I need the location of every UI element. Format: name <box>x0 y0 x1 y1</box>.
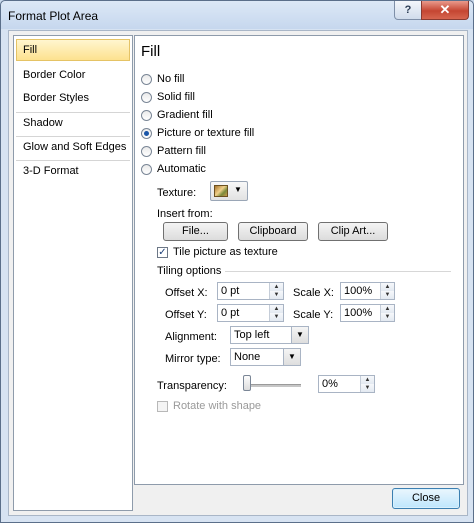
radio-button[interactable] <box>141 145 152 157</box>
scale-y-spinner[interactable]: 100% ▲ ▼ <box>340 304 395 322</box>
spin-up-icon[interactable]: ▲ <box>361 376 374 384</box>
checkmark-icon: ✓ <box>158 246 167 258</box>
radio-label: Automatic <box>157 163 206 175</box>
radio-button[interactable] <box>141 73 152 85</box>
title-close-button[interactable]: ✕ <box>421 1 469 20</box>
scale-x-spinner[interactable]: 100% ▲ ▼ <box>340 282 395 300</box>
radio-button[interactable] <box>141 109 152 121</box>
scale-x-label: Scale X: <box>293 287 334 299</box>
rotate-checkbox-row: Rotate with shape <box>157 400 261 412</box>
nav-item-label: Glow and Soft Edges <box>23 141 127 153</box>
radio-label: Gradient fill <box>157 109 213 121</box>
nav-item-label: Fill <box>23 44 38 56</box>
radio-automatic[interactable]: Automatic <box>141 161 206 177</box>
offset-x-label: Offset X: <box>165 287 208 299</box>
radio-picture-texture-fill[interactable]: Picture or texture fill <box>141 125 254 141</box>
scale-y-label: Scale Y: <box>293 309 334 321</box>
clip-art-button[interactable]: Clip Art... <box>318 222 388 241</box>
nav-item-3d-format[interactable]: 3-D Format <box>16 160 130 182</box>
spinner-arrows: ▲ ▼ <box>380 283 394 299</box>
alignment-label: Alignment: <box>165 331 217 343</box>
nav-item-glow-soft-edges[interactable]: Glow and Soft Edges <box>16 136 130 158</box>
chevron-down-icon: ▼ <box>234 185 242 194</box>
clipboard-button[interactable]: Clipboard <box>238 222 308 241</box>
radio-gradient-fill[interactable]: Gradient fill <box>141 107 213 123</box>
texture-label: Texture: <box>157 187 197 199</box>
transparency-slider-thumb[interactable] <box>243 375 251 391</box>
rotate-checkbox-label: Rotate with shape <box>173 400 262 412</box>
nav-item-border-color[interactable]: Border Color <box>16 64 130 86</box>
chevron-down-icon[interactable]: ▼ <box>291 327 308 343</box>
offset-y-value: 0 pt <box>221 307 240 319</box>
offset-x-spinner[interactable]: 0 pt ▲ ▼ <box>217 282 284 300</box>
spin-up-icon[interactable]: ▲ <box>270 305 283 313</box>
spinner-arrows: ▲ ▼ <box>269 305 283 321</box>
scale-x-value: 100% <box>344 285 373 297</box>
spin-up-icon[interactable]: ▲ <box>270 283 283 291</box>
radio-pattern-fill[interactable]: Pattern fill <box>141 143 206 159</box>
tiling-options-label: Tiling options <box>157 265 222 277</box>
spin-up-icon[interactable]: ▲ <box>381 305 394 313</box>
help-button[interactable]: ? <box>394 1 422 20</box>
close-button[interactable]: Close <box>392 488 460 509</box>
chevron-down-icon[interactable]: ▼ <box>283 349 300 365</box>
radio-button[interactable] <box>141 91 152 103</box>
nav-item-fill[interactable]: Fill <box>16 39 130 61</box>
nav-item-label: Border Color <box>23 69 86 81</box>
spinner-arrows: ▲ ▼ <box>360 376 374 392</box>
nav-item-shadow[interactable]: Shadow <box>16 112 130 134</box>
radio-button-selected[interactable] <box>141 127 152 139</box>
nav-item-border-styles[interactable]: Border Styles <box>16 87 130 109</box>
help-icon: ? <box>404 4 412 16</box>
transparency-spinner[interactable]: 0% ▲ ▼ <box>318 375 375 393</box>
alignment-value: Top left <box>234 329 270 341</box>
tile-checkbox[interactable]: ✓ <box>157 246 168 258</box>
offset-y-label: Offset Y: <box>165 309 207 321</box>
spinner-arrows: ▲ ▼ <box>269 283 283 299</box>
radio-no-fill[interactable]: No fill <box>141 71 185 87</box>
nav-item-label: Border Styles <box>23 92 90 104</box>
mirror-type-label: Mirror type: <box>165 353 221 365</box>
radio-label: Picture or texture fill <box>157 127 255 139</box>
alignment-dropdown[interactable]: Top left ▼ <box>230 326 309 344</box>
radio-label: Pattern fill <box>157 145 206 157</box>
fill-panel: Fill No fill Solid fill Gradient fill Pi… <box>134 35 464 485</box>
spinner-arrows: ▲ ▼ <box>380 305 394 321</box>
nav-item-label: Shadow <box>23 117 63 129</box>
spin-down-icon[interactable]: ▼ <box>270 291 283 299</box>
spin-down-icon[interactable]: ▼ <box>270 313 283 321</box>
mirror-type-value: None <box>234 351 261 363</box>
radio-label: No fill <box>157 73 185 85</box>
radio-solid-fill[interactable]: Solid fill <box>141 89 195 105</box>
mirror-type-dropdown[interactable]: None ▼ <box>230 348 301 366</box>
format-plot-area-dialog: Format Plot Area ? ✕ Fill Border Color B… <box>0 0 474 523</box>
transparency-value: 0% <box>322 378 338 390</box>
nav-item-label: 3-D Format <box>23 165 79 177</box>
tile-checkbox-row[interactable]: ✓ Tile picture as texture <box>157 246 278 258</box>
spin-down-icon[interactable]: ▼ <box>381 313 394 321</box>
panel-heading: Fill <box>141 43 161 60</box>
texture-swatch-icon <box>214 185 228 197</box>
rotate-checkbox <box>157 400 168 412</box>
texture-picker-button[interactable]: ▼ <box>210 181 248 201</box>
offset-x-value: 0 pt <box>221 285 240 297</box>
spin-down-icon[interactable]: ▼ <box>381 291 394 299</box>
transparency-slider-track[interactable] <box>245 384 301 387</box>
window-title: Format Plot Area <box>8 9 99 23</box>
file-button[interactable]: File... <box>163 222 228 241</box>
radio-button[interactable] <box>141 163 152 175</box>
radio-label: Solid fill <box>157 91 195 103</box>
scale-y-value: 100% <box>344 307 373 319</box>
tile-checkbox-label: Tile picture as texture <box>173 246 278 258</box>
close-icon: ✕ <box>439 2 451 17</box>
spin-down-icon[interactable]: ▼ <box>361 384 374 392</box>
spin-up-icon[interactable]: ▲ <box>381 283 394 291</box>
title-bar[interactable]: Format Plot Area ? ✕ <box>1 1 473 29</box>
tiling-group-divider <box>225 271 451 272</box>
dialog-client: Fill Border Color Border Styles Shadow G… <box>8 30 468 516</box>
insert-from-label: Insert from: <box>157 208 213 220</box>
offset-y-spinner[interactable]: 0 pt ▲ ▼ <box>217 304 284 322</box>
category-list: Fill Border Color Border Styles Shadow G… <box>13 35 133 511</box>
transparency-label: Transparency: <box>157 380 227 392</box>
